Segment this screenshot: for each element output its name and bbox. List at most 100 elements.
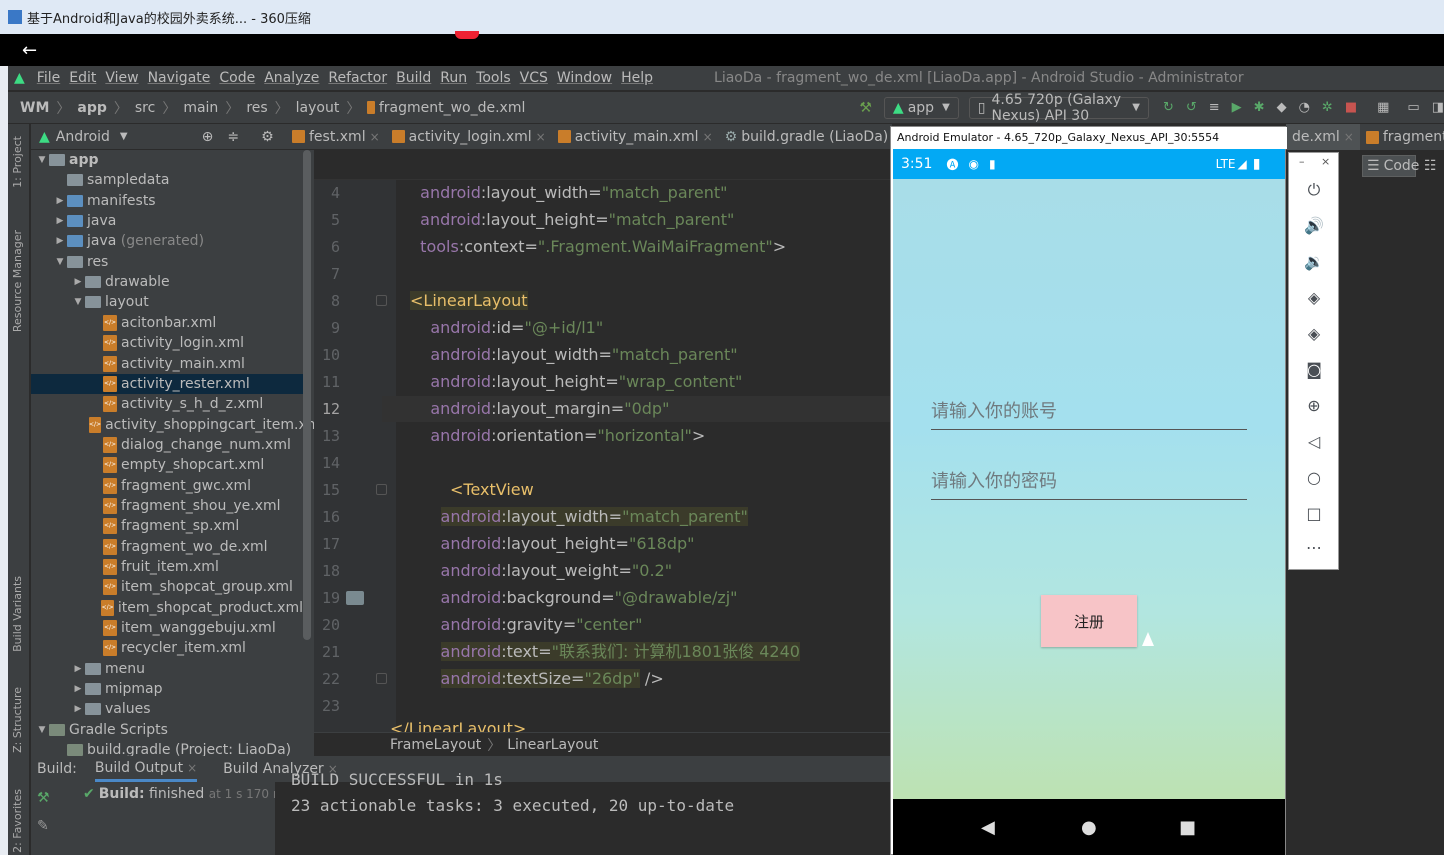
stop-icon[interactable]: ■ [1345, 100, 1357, 116]
tree-item[interactable]: </> empty_shopcart.xml [31, 455, 303, 475]
home-icon[interactable]: ○ [1303, 467, 1325, 489]
menu-refactor[interactable]: Refactor [328, 70, 387, 86]
tree-item[interactable]: </> acitonbar.xml [31, 313, 303, 333]
overview-icon[interactable]: □ [1303, 503, 1325, 525]
gear-icon[interactable]: ⚙ [261, 129, 274, 145]
tree-item[interactable]: ▶ drawable [31, 272, 303, 292]
menu-vcs[interactable]: VCS [520, 70, 548, 86]
chevron-down-icon[interactable]: ▼ [120, 131, 128, 142]
build-status[interactable]: ✔ Build: finished at 1 s 170 ms [83, 786, 291, 802]
fold-marker-icon[interactable] [376, 295, 387, 306]
code-view-button[interactable]: ☰ Code [1362, 155, 1419, 177]
tree-item[interactable]: </> item_shopcat_group.xml [31, 577, 303, 597]
menu-run[interactable]: Run [440, 70, 467, 86]
sync-icon[interactable]: ≡ [1209, 100, 1220, 116]
tree-item[interactable]: </> activity_rester.xml [31, 373, 303, 394]
back-arrow-icon[interactable]: ← [22, 40, 37, 61]
chevron-right-icon[interactable]: ▶ [71, 277, 85, 287]
tree-item[interactable]: ▼ res [31, 252, 303, 272]
project-tool-tab[interactable]: 1: Project [11, 136, 24, 188]
tree-item[interactable]: ▶ java [31, 211, 303, 231]
image-preview-icon[interactable] [346, 591, 364, 605]
menu-window[interactable]: Window [557, 70, 612, 86]
tab-fragment[interactable]: fragment [1360, 124, 1444, 150]
resource-manager-tab[interactable]: Resource Manager [11, 230, 24, 332]
sdk-manager-icon[interactable]: ▦ [1377, 100, 1389, 116]
favorites-tab[interactable]: 2: Favorites [11, 789, 24, 853]
tree-item[interactable]: ▶ java (generated) [31, 231, 303, 251]
tree-item[interactable]: </> fruit_item.xml [31, 557, 303, 577]
tree-item[interactable]: ▼ layout [31, 292, 303, 312]
menu-help[interactable]: Help [621, 70, 653, 86]
tab-wo-de[interactable]: de.xml × [1286, 124, 1360, 150]
crumb-module[interactable]: app [77, 100, 107, 116]
tree-item[interactable]: </> activity_shoppingcart_item.xm [31, 415, 314, 435]
menu-tools[interactable]: Tools [476, 70, 511, 86]
avd-manager-icon[interactable]: ◨ [1432, 100, 1444, 116]
more-icon[interactable]: ⋯ [1303, 537, 1325, 559]
tree-item[interactable]: ▶ mipmap [31, 679, 303, 699]
menu-code[interactable]: Code [219, 70, 255, 86]
chevron-down-icon[interactable]: ▼ [71, 297, 85, 307]
chevron-right-icon[interactable]: ▶ [53, 216, 67, 226]
tree-item[interactable]: </> dialog_change_num.xml [31, 435, 303, 455]
tree-item[interactable]: sampledata [31, 170, 303, 190]
profile-icon[interactable]: ◔ [1299, 100, 1310, 116]
tree-item[interactable]: </> fragment_sp.xml [31, 516, 303, 536]
tree-item[interactable]: ▶ values [31, 699, 303, 719]
code-lines[interactable]: android:layout_width="match_parent" andr… [314, 180, 890, 732]
bug-icon[interactable]: ✲ [1322, 100, 1333, 116]
chevron-right-icon[interactable]: ▶ [53, 236, 67, 246]
camera-icon[interactable]: ◙ [1303, 359, 1325, 381]
volume-down-icon[interactable]: 🔉 [1303, 251, 1325, 273]
crumb-project[interactable]: WM [20, 100, 49, 116]
fold-marker-icon[interactable] [376, 673, 387, 684]
run-icon[interactable]: ▶ [1232, 100, 1242, 116]
password-input[interactable]: 请输入你的密码 [931, 467, 1247, 500]
tree-item[interactable]: </> fragment_shou_ye.xml [31, 496, 303, 516]
chevron-right-icon[interactable]: ▶ [71, 684, 85, 694]
tree-item[interactable]: </> fragment_wo_de.xml [31, 537, 303, 557]
crumb-file[interactable]: fragment_wo_de.xml [379, 100, 526, 116]
back-icon[interactable]: ◁ [1303, 431, 1325, 453]
crumb-layout[interactable]: layout [296, 100, 340, 116]
nav-back-icon[interactable]: ◀ [981, 817, 995, 838]
pin-icon[interactable]: ✎ [37, 818, 49, 834]
tab-fest[interactable]: fest.xml × [286, 124, 386, 150]
run-config-dropdown[interactable]: ▲ app ▼ [883, 96, 959, 119]
tree-item[interactable]: </> activity_s_h_d_z.xml [31, 394, 303, 414]
apply-code-icon[interactable]: ↺ [1186, 100, 1197, 116]
split-view-icon[interactable]: ☷ [1424, 158, 1437, 174]
power-icon[interactable]: ⏻ [1303, 179, 1325, 201]
tree-item[interactable]: </> activity_login.xml [31, 333, 303, 353]
apply-changes-icon[interactable]: ↻ [1163, 100, 1174, 116]
tree-item[interactable]: </> recycler_item.xml [31, 638, 303, 658]
crumb-res[interactable]: res [246, 100, 267, 116]
menu-navigate[interactable]: Navigate [148, 70, 211, 86]
chevron-right-icon[interactable]: ▶ [53, 196, 67, 206]
close-icon[interactable]: × [1321, 155, 1330, 168]
menu-view[interactable]: View [105, 70, 138, 86]
chevron-right-icon[interactable]: ▶ [71, 664, 85, 674]
tree-item[interactable]: ▶ manifests [31, 191, 303, 211]
nav-recents-icon[interactable]: ■ [1179, 817, 1196, 838]
crumb-main[interactable]: main [183, 100, 218, 116]
crumb-framelayout[interactable]: FrameLayout [390, 737, 481, 753]
chevron-down-icon[interactable]: ▼ [35, 725, 49, 735]
hammer-icon[interactable]: ⚒ [37, 790, 50, 806]
tree-item[interactable]: ▶ menu [31, 659, 303, 679]
menu-analyze[interactable]: Analyze [264, 70, 319, 86]
menu-edit[interactable]: Edit [69, 70, 96, 86]
project-view-dropdown[interactable]: Android [56, 129, 110, 145]
chevron-down-icon[interactable]: ▼ [35, 155, 49, 165]
rotate-right-icon[interactable]: ◈ [1303, 323, 1325, 345]
volume-up-icon[interactable]: 🔊 [1303, 215, 1325, 237]
minimize-icon[interactable]: – [1299, 155, 1305, 168]
tree-item[interactable]: </> activity_main.xml [31, 354, 303, 374]
attach-icon[interactable]: ◆ [1277, 100, 1287, 116]
tree-item[interactable]: ▼ app [31, 150, 303, 170]
chevron-right-icon[interactable]: ▶ [71, 704, 85, 714]
fold-marker-icon[interactable] [376, 484, 387, 495]
tree-item[interactable]: </> item_shopcat_product.xml [31, 598, 303, 618]
register-button[interactable]: 注册 [1041, 595, 1137, 647]
